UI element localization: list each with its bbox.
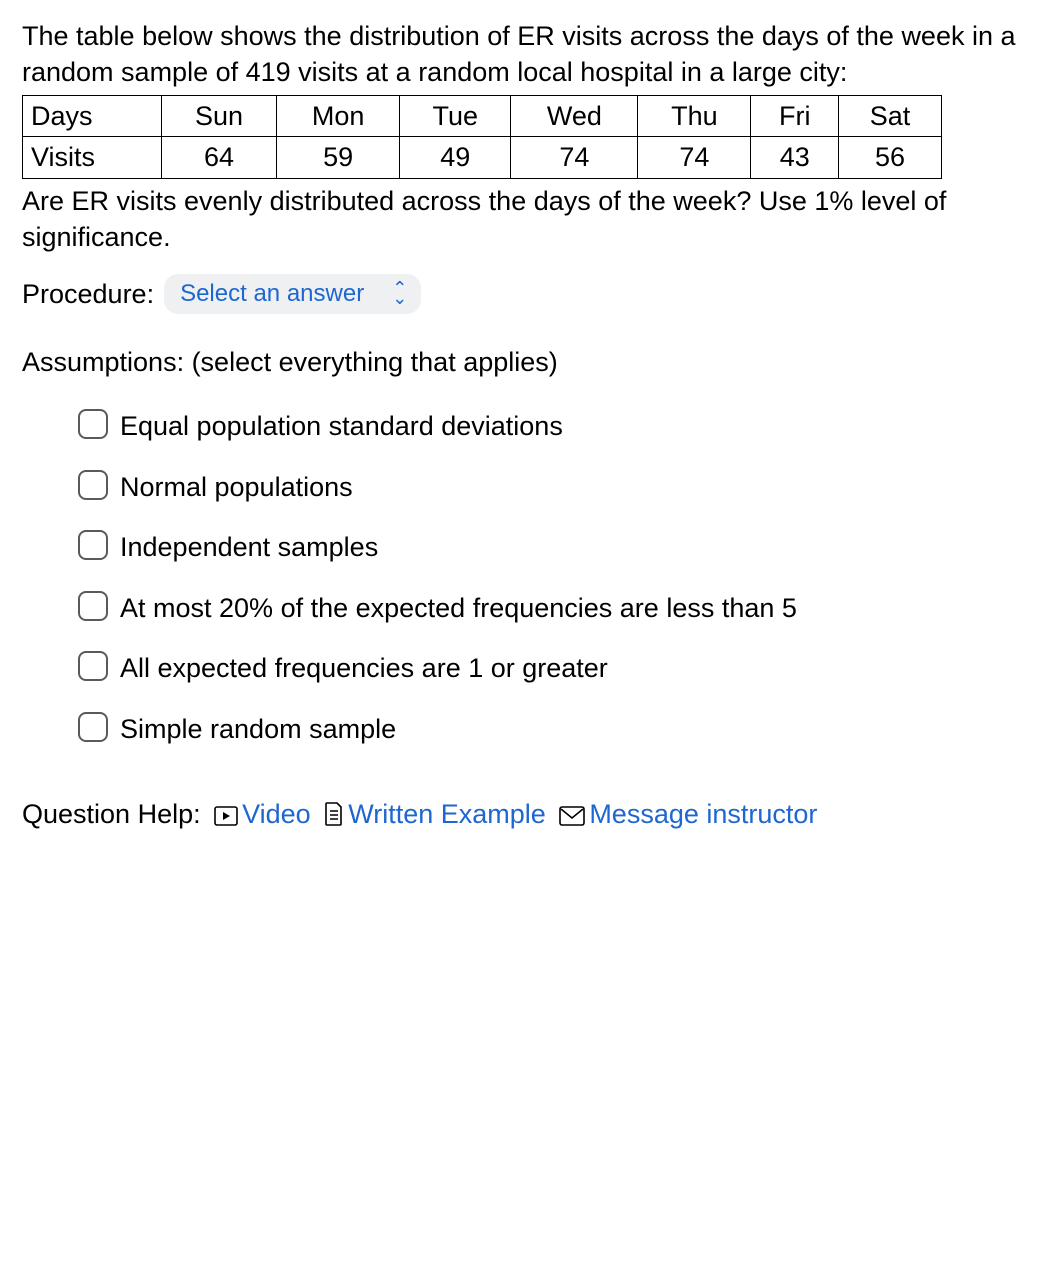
day-cell: Mon <box>277 95 400 136</box>
data-table: Days Sun Mon Tue Wed Thu Fri Sat Visits … <box>22 95 942 179</box>
mail-icon <box>559 806 585 826</box>
table-row: Days Sun Mon Tue Wed Thu Fri Sat <box>23 95 942 136</box>
document-icon <box>324 802 344 826</box>
list-item: At most 20% of the expected frequencies … <box>78 588 1037 626</box>
option-label: At most 20% of the expected frequencies … <box>120 588 837 626</box>
option-label: Independent samples <box>120 527 378 565</box>
checkbox[interactable] <box>78 651 108 681</box>
day-cell: Sun <box>161 95 276 136</box>
question-text: Are ER visits evenly distributed across … <box>22 183 1037 256</box>
option-label: Normal populations <box>120 467 353 505</box>
visit-cell: 43 <box>751 137 839 178</box>
checkbox[interactable] <box>78 409 108 439</box>
video-link[interactable]: Video <box>242 799 311 829</box>
visit-cell: 56 <box>839 137 942 178</box>
day-cell: Wed <box>511 95 638 136</box>
day-cell: Sat <box>839 95 942 136</box>
checkbox[interactable] <box>78 470 108 500</box>
intro-text: The table below shows the distribution o… <box>22 18 1037 91</box>
visit-cell: 64 <box>161 137 276 178</box>
assumptions-options: Equal population standard deviations Nor… <box>22 406 1037 747</box>
list-item: All expected frequencies are 1 or greate… <box>78 648 1037 686</box>
day-cell: Fri <box>751 95 839 136</box>
message-instructor-link[interactable]: Message instructor <box>589 799 817 829</box>
days-label: Days <box>23 95 162 136</box>
written-example-link[interactable]: Written Example <box>348 799 546 829</box>
option-label: Simple random sample <box>120 709 396 747</box>
procedure-select[interactable]: Select an answer ⌃⌄ <box>164 274 421 314</box>
visit-cell: 59 <box>277 137 400 178</box>
checkbox[interactable] <box>78 591 108 621</box>
help-label: Question Help: <box>22 799 201 829</box>
visit-cell: 74 <box>638 137 751 178</box>
checkbox[interactable] <box>78 712 108 742</box>
question-help: Question Help: Video Written Example Mes… <box>22 795 1037 834</box>
assumptions-label: Assumptions: (select everything that app… <box>22 344 1037 380</box>
option-label: All expected frequencies are 1 or greate… <box>120 648 608 686</box>
list-item: Independent samples <box>78 527 1037 565</box>
visits-label: Visits <box>23 137 162 178</box>
day-cell: Tue <box>400 95 511 136</box>
checkbox[interactable] <box>78 530 108 560</box>
procedure-select-value: Select an answer <box>180 278 364 310</box>
list-item: Equal population standard deviations <box>78 406 1037 444</box>
day-cell: Thu <box>638 95 751 136</box>
list-item: Simple random sample <box>78 709 1037 747</box>
table-row: Visits 64 59 49 74 74 43 56 <box>23 137 942 178</box>
option-label: Equal population standard deviations <box>120 406 563 444</box>
chevron-up-down-icon: ⌃⌄ <box>392 284 407 304</box>
list-item: Normal populations <box>78 467 1037 505</box>
visit-cell: 49 <box>400 137 511 178</box>
procedure-label: Procedure: <box>22 276 154 312</box>
visit-cell: 74 <box>511 137 638 178</box>
play-icon <box>214 806 238 826</box>
